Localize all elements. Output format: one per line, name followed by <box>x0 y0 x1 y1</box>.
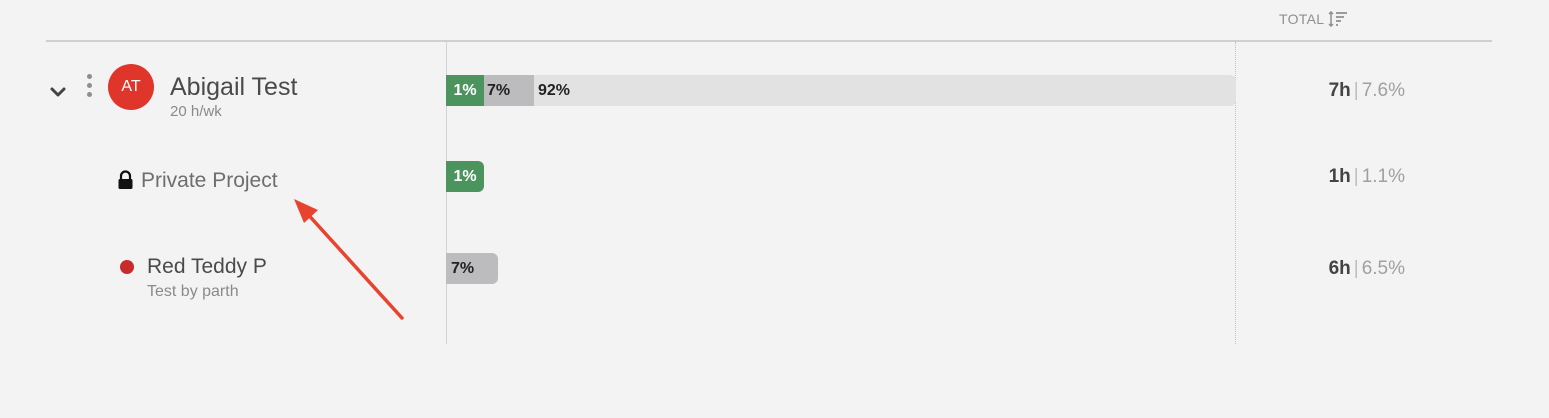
member-capacity: 20 h/wk <box>170 103 222 120</box>
total-percent: 7.6% <box>1361 80 1405 101</box>
annotation-arrow <box>294 199 404 320</box>
more-options-icon[interactable] <box>84 74 94 104</box>
total-hours: 7h <box>1328 80 1351 101</box>
total-percent: 6.5% <box>1361 258 1405 279</box>
bar-segment-remaining: 92% <box>538 81 571 99</box>
project-name-private[interactable]: Private Project <box>141 169 278 193</box>
lock-icon <box>118 170 133 189</box>
header-divider <box>46 40 1492 42</box>
project-total-private: 1h | 1.1% <box>1205 166 1405 188</box>
total-sort-header[interactable]: TOTAL <box>1279 11 1348 27</box>
total-hours: 6h <box>1328 258 1351 279</box>
project-bar-private[interactable]: 1% <box>446 161 484 192</box>
total-separator: | <box>1353 166 1359 187</box>
total-hours: 1h <box>1328 166 1351 187</box>
project-color-dot <box>120 260 134 274</box>
member-utilization-bar[interactable]: 1% 7% 92% <box>446 75 1236 106</box>
total-separator: | <box>1353 258 1359 279</box>
bar-segment-private: 1% <box>446 75 484 106</box>
member-name[interactable]: Abigail Test <box>170 73 297 102</box>
project-bar-red-teddy[interactable]: 7% <box>446 253 498 284</box>
project-total-red-teddy: 6h | 6.5% <box>1205 258 1405 280</box>
bar-segment-red-teddy: 7% <box>484 75 534 106</box>
avatar: AT <box>108 64 154 110</box>
total-label: TOTAL <box>1279 11 1325 27</box>
total-percent: 1.1% <box>1361 166 1405 187</box>
project-client: Test by parth <box>147 283 239 300</box>
sort-icon <box>1328 11 1348 27</box>
total-separator: | <box>1353 80 1359 101</box>
avatar-initials: AT <box>121 78 141 95</box>
chevron-down-icon[interactable] <box>48 82 68 102</box>
project-name-red-teddy[interactable]: Red Teddy P <box>147 255 267 279</box>
member-total: 7h | 7.6% <box>1205 80 1405 102</box>
